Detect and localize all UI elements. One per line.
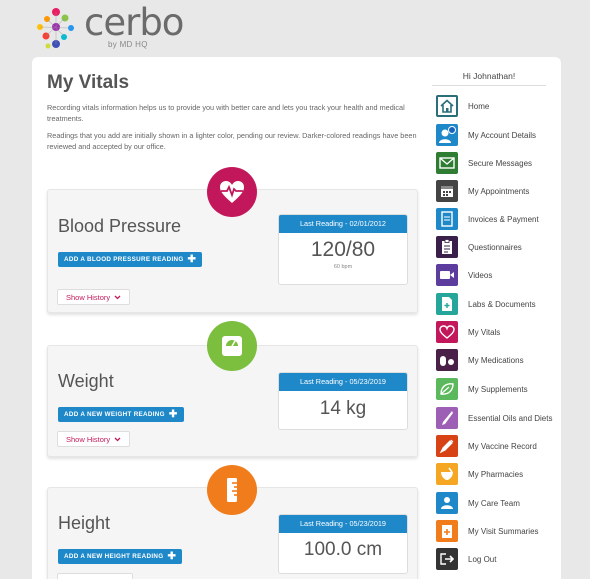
button-label: ADD A BLOOD PRESSURE READING: [64, 256, 184, 263]
sidebar-item-label: Videos: [468, 270, 493, 280]
last-reading-header: Last Reading - 05/23/2019: [279, 373, 407, 391]
last-reading-box: Last Reading - 05/23/2019 100.0 cm: [278, 514, 408, 574]
sidebar-item-label: My Medications: [468, 355, 524, 365]
sidebar-item-pharmacies[interactable]: My Pharmacies: [436, 462, 561, 486]
last-reading-box: Last Reading - 05/23/2019 14 kg: [278, 372, 408, 430]
sidebar-item-label: Home: [468, 101, 490, 111]
chevron-down-icon: [114, 295, 121, 299]
messages-icon: [436, 152, 458, 174]
sidebar-item-supplements[interactable]: My Supplements: [436, 377, 561, 401]
sidebar-item-label: My Vitals: [468, 327, 501, 337]
add-blood-pressure-button[interactable]: ADD A BLOOD PRESSURE READING ✚: [58, 252, 203, 267]
sidebar-item-messages[interactable]: Secure Messages: [436, 151, 561, 175]
page-title: My Vitals: [47, 72, 130, 93]
sidebar-item-label: My Vaccine Record: [468, 441, 537, 451]
button-label: ADD A NEW WEIGHT READING: [64, 411, 165, 418]
heart-pulse-icon: [436, 321, 458, 343]
add-weight-button[interactable]: ADD A NEW WEIGHT READING ✚: [58, 407, 184, 422]
intro-paragraph: Readings that you add are initially show…: [47, 131, 417, 151]
show-history-button[interactable]: Show History: [57, 289, 131, 305]
sidebar-item-label: Essential Oils and Diets: [468, 413, 553, 423]
pills-icon: [436, 349, 458, 371]
ruler-icon: [207, 465, 257, 515]
logo-mark-icon: [37, 8, 74, 49]
document-icon: [436, 293, 458, 315]
show-history-button[interactable]: [57, 573, 133, 579]
dropper-icon: [436, 407, 458, 429]
last-reading-box: Last Reading - 02/01/2012 120/80 60 bpm: [278, 214, 408, 285]
sidebar-item-label: My Care Team: [468, 498, 520, 508]
syringe-icon: [436, 435, 458, 457]
reading-value: 100.0 cm: [303, 539, 383, 560]
sidebar-item-label: My Pharmacies: [468, 469, 524, 479]
sidebar-item-logout[interactable]: Log Out: [436, 547, 561, 571]
team-icon: [436, 492, 458, 514]
sidebar-item-videos[interactable]: Videos: [436, 263, 561, 287]
sidebar-item-label: Labs & Documents: [468, 299, 536, 309]
reading-value: 14 kg: [319, 398, 367, 419]
sidebar-item-visit-summaries[interactable]: My Visit Summaries: [436, 519, 561, 543]
sidebar-item-medications[interactable]: My Medications: [436, 348, 561, 372]
clipboard-icon: [436, 236, 458, 258]
sidebar-item-label: My Account Details: [468, 130, 537, 140]
sidebar-item-label: Questionnaires: [468, 242, 522, 252]
user-greeting: Hi Johnathan!: [462, 71, 516, 81]
sidebar-item-questionnaires[interactable]: Questionnaires: [436, 235, 561, 259]
video-icon: [436, 264, 458, 286]
sidebar-item-label: Secure Messages: [468, 158, 533, 168]
last-reading-header: Last Reading - 05/23/2019: [279, 515, 407, 533]
sidebar-item-care-team[interactable]: My Care Team: [436, 491, 561, 515]
sidebar-item-home[interactable]: Home: [436, 94, 561, 118]
sidebar-item-vitals[interactable]: My Vitals: [436, 320, 561, 344]
vital-name: Blood Pressure: [58, 216, 182, 236]
mortar-icon: [436, 463, 458, 485]
plus-icon: ✚: [168, 408, 178, 420]
sidebar-item-label: My Supplements: [468, 384, 528, 394]
content-panel: My Vitals Recording vitals information h…: [32, 57, 561, 579]
plus-icon: ✚: [167, 550, 177, 562]
leaf-icon: [436, 378, 458, 400]
invoice-icon: [436, 208, 458, 230]
intro-text: Recording vitals information helps us to…: [47, 102, 422, 158]
reading-sub-value: 60 bpm: [333, 264, 353, 270]
divider: [432, 85, 546, 86]
button-label: ADD A NEW HEIGHT READING: [64, 553, 164, 560]
vital-name: Height: [58, 513, 111, 533]
account-icon: [436, 124, 458, 146]
summary-icon: [436, 520, 458, 542]
home-icon: [436, 95, 458, 117]
sidebar-item-label: My Visit Summaries: [468, 526, 539, 536]
sidebar-item-vaccine[interactable]: My Vaccine Record: [436, 434, 561, 458]
chevron-down-icon: [114, 437, 121, 441]
reading-value: 120/80: [310, 238, 376, 261]
brand-tagline: by MD HQ: [108, 40, 148, 49]
cerbo-logo[interactable]: cerbo by MD HQ: [34, 1, 184, 51]
heart-pulse-icon: [207, 167, 257, 217]
scale-icon: [207, 321, 257, 371]
plus-icon: ✚: [187, 253, 197, 265]
button-label: Show History: [66, 434, 111, 444]
sidebar-item-label: My Appointments: [468, 186, 530, 196]
brand-name: cerbo: [84, 1, 184, 44]
sidebar-item-account[interactable]: My Account Details: [436, 123, 561, 147]
calendar-icon: [436, 180, 458, 202]
sidebar-item-essential-oils[interactable]: Essential Oils and Diets: [436, 406, 561, 430]
vital-name: Weight: [58, 371, 114, 391]
logout-icon: [436, 548, 458, 570]
add-height-button[interactable]: ADD A NEW HEIGHT READING ✚: [58, 549, 183, 564]
intro-paragraph: Recording vitals information helps us to…: [47, 103, 405, 123]
sidebar-item-label: Log Out: [468, 554, 497, 564]
show-history-button[interactable]: Show History: [57, 431, 131, 447]
sidebar-item-labs[interactable]: Labs & Documents: [436, 292, 561, 316]
button-label: Show History: [66, 292, 111, 302]
sidebar-item-label: Invoices & Payment: [468, 214, 539, 224]
last-reading-header: Last Reading - 02/01/2012: [279, 215, 407, 233]
sidebar-item-appointments[interactable]: My Appointments: [436, 179, 561, 203]
sidebar-item-invoices[interactable]: Invoices & Payment: [436, 207, 561, 231]
